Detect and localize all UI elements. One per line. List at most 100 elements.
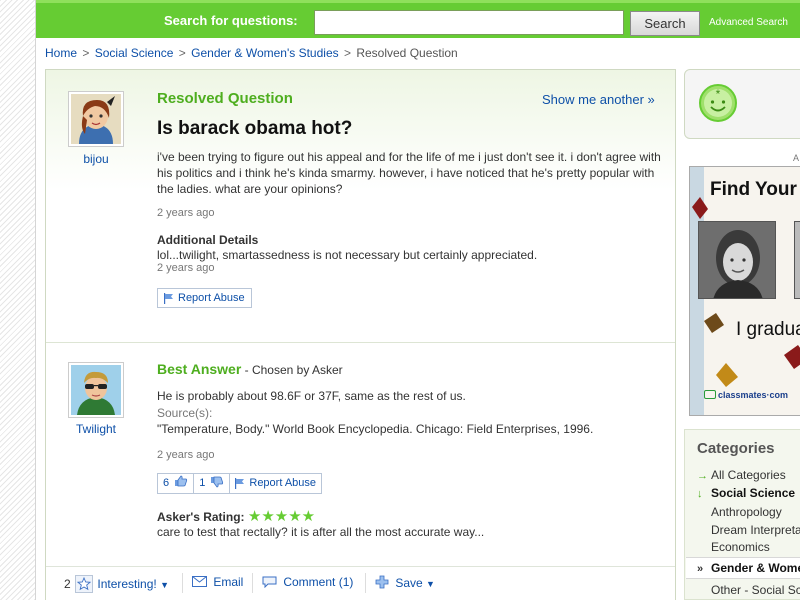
flag-icon <box>164 293 173 304</box>
category-label: Economics <box>711 540 770 554</box>
classmates-brand-text: classmates·com <box>718 390 789 400</box>
envelope-icon <box>192 576 207 587</box>
search-bar: Search for questions: Search Advanced Se… <box>36 0 800 38</box>
question-time: 2 years ago <box>157 207 215 219</box>
email-button[interactable]: Email <box>192 575 243 589</box>
category-label: Anthropology <box>711 505 782 519</box>
arrow-down-icon: ↓ <box>697 488 703 500</box>
category-social-science[interactable]: ↓ Social Science <box>697 486 795 500</box>
breadcrumb-social-science[interactable]: Social Science <box>95 46 174 60</box>
details-time: 2 years ago <box>157 262 215 274</box>
section-divider <box>46 342 675 343</box>
rating-comment: care to test that rectally? it is after … <box>157 525 485 539</box>
classmates-logo: classmates·com <box>704 390 788 400</box>
resolved-question-heading: Resolved Question <box>157 90 293 107</box>
category-anthropology[interactable]: Anthropology <box>711 505 782 519</box>
additional-details-heading: Additional Details <box>157 233 259 247</box>
interesting-count: 2 <box>64 577 71 591</box>
ad-photo <box>698 221 776 299</box>
source-text: "Temperature, Body." World Book Encyclop… <box>157 422 594 436</box>
question-title: Is barack obama hot? <box>157 118 353 139</box>
search-button[interactable]: Search <box>630 11 700 36</box>
asker-name[interactable]: bijou <box>61 152 131 166</box>
answerer-name[interactable]: Twilight <box>61 422 131 436</box>
breadcrumb-current: Resolved Question <box>356 46 458 60</box>
category-label: Gender & Women <box>711 561 800 575</box>
breadcrumb-home[interactable]: Home <box>45 46 77 60</box>
flag-icon <box>235 478 245 489</box>
save-label: Save <box>395 576 423 590</box>
thumbs-up-button[interactable]: 6 <box>158 474 195 493</box>
svg-text:*: * <box>716 87 721 101</box>
chevron-down-icon: ▼ <box>160 580 170 590</box>
comment-label: Comment (1) <box>283 575 354 589</box>
show-another-link[interactable]: Show me another » <box>542 92 655 107</box>
thumbs-up-icon <box>175 475 188 487</box>
category-label: Other - Social Sc <box>711 583 800 597</box>
email-label: Email <box>213 575 244 589</box>
asker-rating-label: Asker's Rating: <box>157 510 245 524</box>
page-margin-pattern <box>0 0 36 600</box>
plus-icon <box>375 575 389 589</box>
rating-stars: ★★★★★ <box>247 508 316 525</box>
smiley-icon: * <box>699 84 737 122</box>
answerer-avatar[interactable] <box>68 362 124 418</box>
vote-group: 6 1 Report Abuse <box>157 473 323 494</box>
avatar-girl-icon <box>71 94 121 144</box>
action-divider <box>252 573 253 593</box>
breadcrumb-separator: > <box>343 46 351 60</box>
breadcrumb-separator: > <box>82 46 90 60</box>
question-panel: bijou Resolved Question Show me another … <box>45 69 676 600</box>
classmates-logo-icon <box>704 390 716 399</box>
search-label: Search for questions: <box>164 13 298 28</box>
report-abuse-label: Report Abuse <box>249 477 317 489</box>
breadcrumb-gender-studies[interactable]: Gender & Women's Studies <box>191 46 338 60</box>
breadcrumb-separator: > <box>178 46 186 60</box>
category-other-social-science[interactable]: Other - Social Sc <box>711 583 800 597</box>
category-dream-interpretation[interactable]: Dream Interpreta <box>711 523 800 537</box>
answers-logo-box[interactable]: * <box>684 69 800 139</box>
ad-headline: Find Your <box>710 179 797 200</box>
category-economics[interactable]: Economics <box>711 540 770 554</box>
best-answer-text: He is probably about 98.6F or 37F, same … <box>157 389 466 403</box>
asker-avatar[interactable] <box>68 91 124 147</box>
question-block: bijou Resolved Question Show me another … <box>46 70 675 342</box>
sources-label: Source(s): <box>157 406 213 420</box>
thumbs-up-count: 6 <box>163 477 170 489</box>
comment-icon <box>262 576 277 589</box>
arrow-right-icon: → <box>697 470 708 482</box>
additional-details-text: lol...twilight, smartassedness is not ne… <box>157 248 538 262</box>
ad-photo <box>794 221 800 299</box>
categories-heading: Categories <box>697 440 775 457</box>
category-gender-womens-studies[interactable]: » Gender & Women <box>697 561 800 575</box>
advanced-search-link[interactable]: Advanced Search <box>709 17 788 28</box>
search-input[interactable] <box>314 10 624 35</box>
star-icon <box>75 575 94 593</box>
save-button[interactable]: Save ▼ <box>375 575 435 590</box>
thumbs-down-icon <box>211 476 224 488</box>
category-all[interactable]: → All Categories <box>697 468 786 482</box>
best-answer-heading: Best Answer <box>157 361 242 377</box>
thumbs-down-count: 1 <box>199 477 206 489</box>
report-abuse-button[interactable]: Report Abuse <box>157 288 252 308</box>
comment-button[interactable]: Comment (1) <box>262 575 353 589</box>
category-label: Dream Interpreta <box>711 523 800 537</box>
action-bar: 2 Interesting! ▼ Email Comment (1) Save … <box>46 566 675 600</box>
answer-report-abuse-button[interactable]: Report Abuse <box>230 474 321 493</box>
interesting-button[interactable]: 2 Interesting! ▼ <box>64 575 169 593</box>
double-chevron-icon: » <box>697 563 704 575</box>
thumbs-down-button[interactable]: 1 <box>194 474 231 493</box>
ad-marker: A <box>793 153 800 163</box>
classmates-ad[interactable]: Find Your I gradua classmates·com <box>689 166 800 416</box>
action-divider <box>365 573 366 593</box>
interesting-label: Interesting! <box>97 577 157 591</box>
portrait-image <box>699 222 775 298</box>
question-body: i've been trying to figure out his appea… <box>157 150 661 196</box>
chevron-down-icon: ▼ <box>426 579 435 589</box>
action-divider <box>182 573 183 593</box>
categories-panel: Categories → All Categories ↓ Social Scien… <box>684 429 800 600</box>
category-label: Social Science <box>711 486 796 500</box>
best-answer-header: Best Answer - Chosen by Asker <box>157 361 343 377</box>
report-abuse-label: Report Abuse <box>178 292 245 304</box>
breadcrumb: Home > Social Science > Gender & Women's… <box>45 46 458 60</box>
